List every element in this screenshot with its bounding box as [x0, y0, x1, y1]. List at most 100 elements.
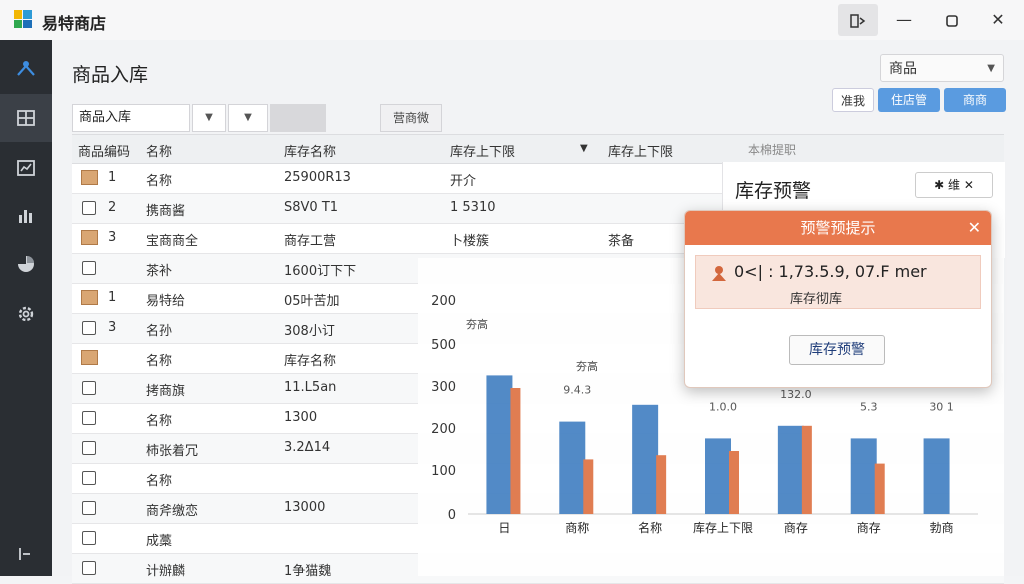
cell-name: 拷商旗	[146, 384, 186, 399]
y-tick-label: 100	[431, 464, 456, 479]
maximize-icon	[946, 14, 958, 27]
cell-name: 名称	[146, 174, 173, 189]
column-header[interactable]: 本棉提职	[748, 141, 796, 158]
bar-series-1	[923, 438, 950, 514]
sort-icon[interactable]: ▼	[580, 143, 588, 154]
row-checkbox[interactable]	[82, 201, 96, 215]
close-icon: ✕	[991, 10, 1005, 29]
row-checkbox[interactable]	[82, 501, 96, 515]
app-title: 易特商店	[42, 14, 107, 33]
snap-layout-button[interactable]	[838, 4, 878, 36]
snap-icon	[850, 13, 866, 28]
bar-series-1	[850, 438, 877, 514]
y-tick-label: 200	[431, 422, 456, 437]
cell-name: 成藁	[146, 534, 173, 549]
cell-stock-name: 25900R13	[284, 170, 351, 185]
row-checkbox[interactable]	[82, 561, 96, 575]
row-checkbox[interactable]	[82, 471, 96, 485]
table-icon	[17, 110, 35, 126]
row-checkbox[interactable]	[82, 381, 96, 395]
side-panel-button-label: 维	[947, 178, 960, 192]
package-icon	[81, 170, 98, 185]
chevron-down-icon: ▼	[987, 63, 995, 74]
column-header[interactable]: 库存名称	[284, 141, 336, 160]
cell-stock-name: 05叶苦加	[284, 294, 340, 309]
bar-series-2	[510, 388, 521, 514]
category-select[interactable]: 商品 ▼	[880, 54, 1004, 82]
sidebar-item-people[interactable]	[0, 44, 52, 92]
row-checkbox[interactable]	[82, 441, 96, 455]
x-tick-label: 名称	[638, 520, 662, 535]
column-header[interactable]: 库存上下限	[608, 141, 673, 160]
warning-dialog: 预警预提示 ✕ 0<| : 1,73.5.9, 07.F mer 库存彻库 库存…	[684, 210, 992, 388]
cell-name: 携商酱	[146, 204, 186, 219]
bar-series-2	[583, 459, 594, 514]
row-checkbox[interactable]	[82, 321, 96, 335]
data-label: 5.3	[860, 400, 878, 413]
sidebar-item-pie-chart[interactable]	[0, 240, 52, 288]
cell-stock-name: 308小订	[284, 324, 335, 339]
category-select-value: 商品	[889, 61, 917, 77]
filter-blank-field[interactable]	[270, 104, 326, 132]
dialog-message: 0<| : 1,73.5.9, 07.F mer 库存彻库	[695, 255, 981, 309]
title-bar: 易特商店 — ✕	[0, 0, 1024, 41]
page-title: 商品入库	[72, 64, 149, 86]
row-checkbox[interactable]	[82, 411, 96, 425]
cell-name: 名称	[146, 474, 173, 489]
x-tick-label: 库存上下限	[693, 520, 753, 535]
chart-annotation: 夯高	[466, 317, 488, 331]
column-header[interactable]: 商品编码	[78, 141, 130, 160]
column-header[interactable]: 名称	[146, 141, 172, 160]
calendar-chart-icon	[17, 160, 35, 176]
stock-warning-button[interactable]: 库存预警	[789, 335, 885, 365]
settings-icon: ✱	[934, 178, 948, 192]
bar-series-1	[705, 438, 731, 514]
cell-stock-name: 1600订下下	[284, 264, 357, 279]
close-button[interactable]: ✕	[978, 4, 1018, 36]
side-panel-button[interactable]: ✱ 维 ✕	[915, 172, 993, 198]
filter-dropdown-1[interactable]: ▼	[192, 104, 226, 132]
row-checkbox[interactable]	[82, 261, 96, 275]
cell-stock-name: 3.2Δ14	[284, 440, 331, 455]
x-tick-label: 日	[498, 521, 510, 535]
cell-name: 宝商商全	[146, 234, 199, 249]
column-header[interactable]: 库存上下限	[450, 141, 515, 160]
sidebar-item-bar-chart[interactable]	[0, 192, 52, 240]
cell-limit: 卜楼簇	[450, 234, 490, 249]
bar-series-2	[874, 463, 885, 514]
close-icon[interactable]: ✕	[968, 211, 981, 245]
x-tick-label: 商存	[857, 520, 881, 535]
cell-name: 名孙	[146, 324, 173, 339]
sidebar-item-exit[interactable]	[0, 530, 52, 578]
row-checkbox[interactable]	[82, 531, 96, 545]
table-header: 商品编码 名称 库存名称 库存上下限 ▼ 库存上下限 本棉提职	[72, 134, 1004, 164]
header-button-3[interactable]: 商商	[944, 88, 1006, 112]
search-button[interactable]: 营商微	[380, 104, 442, 132]
cell-stock-name: 商存工营	[284, 234, 337, 249]
header-button-2[interactable]: 住店管	[878, 88, 940, 112]
header-button-1[interactable]: 准我	[832, 88, 874, 112]
data-label: 9.4.3	[563, 384, 591, 397]
x-tick-label: 商存	[784, 520, 808, 535]
minimize-button[interactable]: —	[884, 4, 924, 36]
cell-name: 茶补	[146, 264, 173, 279]
package-icon	[81, 350, 98, 365]
cell-code: 2	[108, 200, 117, 215]
sidebar-item-settings[interactable]	[0, 290, 52, 338]
sidebar	[0, 40, 52, 576]
filter-input[interactable]: 商品入库	[72, 104, 190, 132]
gear-icon	[18, 306, 34, 322]
bar-series-1	[777, 425, 804, 514]
cell-name: 计辦麟	[146, 564, 186, 579]
sidebar-item-calendar[interactable]	[0, 144, 52, 192]
cell-stock-name: S8V0 T1	[284, 200, 339, 215]
sidebar-item-table[interactable]	[0, 94, 52, 142]
maximize-button[interactable]	[932, 4, 972, 36]
bar-series-2	[801, 425, 812, 514]
close-icon: ✕	[960, 178, 974, 192]
app-logo-icon	[14, 10, 32, 28]
cell-name: 名称	[146, 354, 173, 369]
filter-dropdown-2[interactable]: ▼	[228, 104, 268, 132]
cell-name: 商斧缴恋	[146, 504, 199, 519]
bar-series-1	[559, 421, 586, 514]
